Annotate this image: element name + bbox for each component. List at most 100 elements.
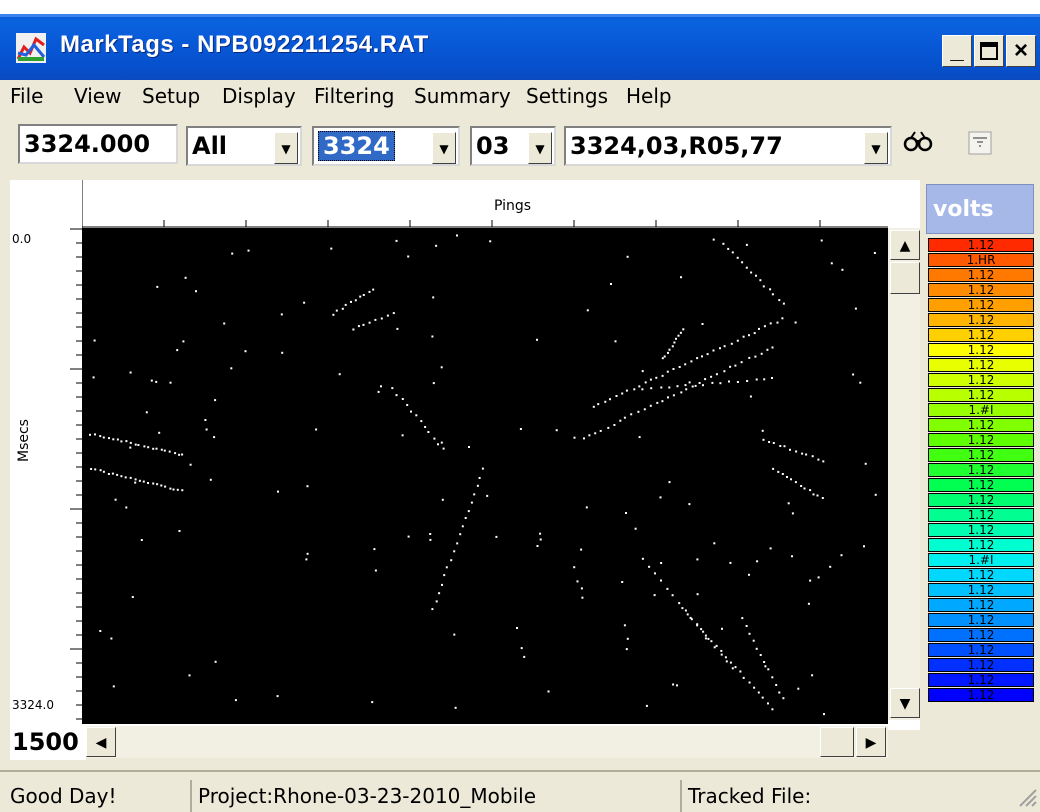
ping-dot xyxy=(863,545,865,548)
ping-dot xyxy=(689,616,692,619)
ping-dot xyxy=(407,255,410,258)
ping-dot xyxy=(573,436,576,439)
value-field[interactable]: 3324.000 xyxy=(18,124,178,164)
ping-dot xyxy=(790,478,792,481)
ping-dot xyxy=(277,490,279,493)
ping-dot xyxy=(281,351,284,354)
ping-dot xyxy=(623,624,626,627)
scroll-left-button[interactable]: ◀ xyxy=(86,727,116,757)
scroll-up-button[interactable]: ▲ xyxy=(890,230,920,260)
menu-setup[interactable]: Setup xyxy=(142,84,200,108)
legend-entry: 1.12 xyxy=(928,298,1034,312)
ping-dot xyxy=(710,640,713,643)
minimize-button[interactable]: _ xyxy=(942,35,972,67)
ping-dot xyxy=(438,592,441,595)
horizontal-scrollbar[interactable]: ◀ ▶ xyxy=(86,726,888,758)
ping-dot xyxy=(450,559,453,562)
ping-dot xyxy=(723,370,726,373)
maximize-button[interactable] xyxy=(974,35,1004,67)
legend-entry: 1.12 xyxy=(928,463,1034,477)
menu-summary[interactable]: Summary xyxy=(414,84,511,108)
menu-filtering[interactable]: Filtering xyxy=(314,84,394,108)
chevron-down-icon[interactable]: ▼ xyxy=(864,132,888,164)
chevron-down-icon[interactable]: ▼ xyxy=(528,132,552,164)
ping-dot xyxy=(690,360,693,363)
ping-dot xyxy=(769,547,772,550)
ping-dot xyxy=(786,476,788,478)
chevron-down-icon[interactable]: ▼ xyxy=(274,132,298,164)
ping-dot xyxy=(371,701,374,704)
menu-settings[interactable]: Settings xyxy=(526,84,608,108)
legend-color-scale: 1.12 1.HR 1.12 1.12 1.12 1.12 1.12 1.12 1.12 1.12… xyxy=(928,238,1034,703)
marktags-app-icon xyxy=(16,33,46,63)
ping-dot xyxy=(169,381,172,384)
legend-entry: 1.12 xyxy=(928,493,1034,507)
ping-dot xyxy=(134,481,137,484)
ping-dot xyxy=(787,502,790,505)
ping-dot xyxy=(637,410,640,413)
ping-dot xyxy=(341,307,344,310)
ping-dot xyxy=(748,681,751,684)
ping-dot xyxy=(306,552,309,555)
ping-dot xyxy=(777,470,780,473)
ping-dot xyxy=(653,594,656,597)
ping-dot xyxy=(244,350,247,353)
scroll-thumb[interactable] xyxy=(890,262,920,294)
tag-select[interactable]: 3324 ▼ xyxy=(312,126,460,166)
ping-dot xyxy=(821,497,824,499)
ping-dot xyxy=(649,378,652,381)
menu-display[interactable]: Display xyxy=(222,84,296,108)
ping-dot xyxy=(352,328,355,331)
status-tracked-file: Tracked File: xyxy=(680,780,811,812)
menu-file[interactable]: File xyxy=(10,84,43,108)
ping-dot xyxy=(684,363,687,366)
chevron-down-icon[interactable]: ▼ xyxy=(432,132,456,164)
ping-dot xyxy=(592,405,595,408)
ping-dot xyxy=(661,374,664,377)
title-bar[interactable]: MarkTags - NPB092211254.RAT _ × xyxy=(0,14,1040,80)
binoculars-button[interactable] xyxy=(898,128,938,168)
ping-dot xyxy=(781,317,784,320)
ping-dot xyxy=(854,307,857,310)
ping-dot xyxy=(666,370,669,373)
ping-dot xyxy=(395,394,398,397)
ping-dot xyxy=(734,666,737,669)
resize-grip-icon[interactable] xyxy=(1016,786,1038,808)
scroll-down-button[interactable]: ▼ xyxy=(890,688,920,718)
legend-entry: 1.12 xyxy=(928,538,1034,552)
ping-dot xyxy=(354,299,357,302)
ping-dot xyxy=(676,385,679,388)
ping-dot xyxy=(677,334,680,337)
menu-help[interactable]: Help xyxy=(626,84,672,108)
filter-button[interactable] xyxy=(960,128,1000,168)
scroll-right-button[interactable]: ▶ xyxy=(856,727,886,757)
channel-select[interactable]: 03 ▼ xyxy=(470,126,556,166)
ping-dot xyxy=(730,342,733,345)
ping-dot xyxy=(401,434,404,437)
tag-code-select[interactable]: 3324,03,R05,77 ▼ xyxy=(564,126,892,166)
filter-select[interactable]: All ▼ xyxy=(186,126,302,166)
menu-view[interactable]: View xyxy=(74,84,121,108)
ping-dot xyxy=(782,697,785,700)
ping-dot xyxy=(711,381,714,384)
ping-dot xyxy=(137,444,140,446)
close-button[interactable]: × xyxy=(1006,35,1036,67)
ping-dot xyxy=(678,602,681,605)
ping-dot xyxy=(684,384,687,387)
scroll-thumb-horizontal[interactable] xyxy=(820,727,854,757)
ping-dot xyxy=(820,239,823,242)
ping-dot xyxy=(645,704,648,707)
ping-dot xyxy=(362,323,365,326)
vertical-scrollbar[interactable]: ▲ ▼ xyxy=(888,228,920,720)
ping-plot[interactable] xyxy=(82,228,888,724)
ping-dot xyxy=(729,365,732,368)
legend-entry: 1.12 xyxy=(928,433,1034,447)
ping-dot xyxy=(230,367,233,370)
ping-dot xyxy=(437,443,439,446)
ping-dot xyxy=(459,533,462,536)
ping-dot xyxy=(110,637,113,640)
ping-dot xyxy=(673,341,676,344)
ping-dot xyxy=(644,381,647,384)
ping-dot xyxy=(655,376,658,379)
legend-entry: 1.12 xyxy=(928,328,1034,342)
